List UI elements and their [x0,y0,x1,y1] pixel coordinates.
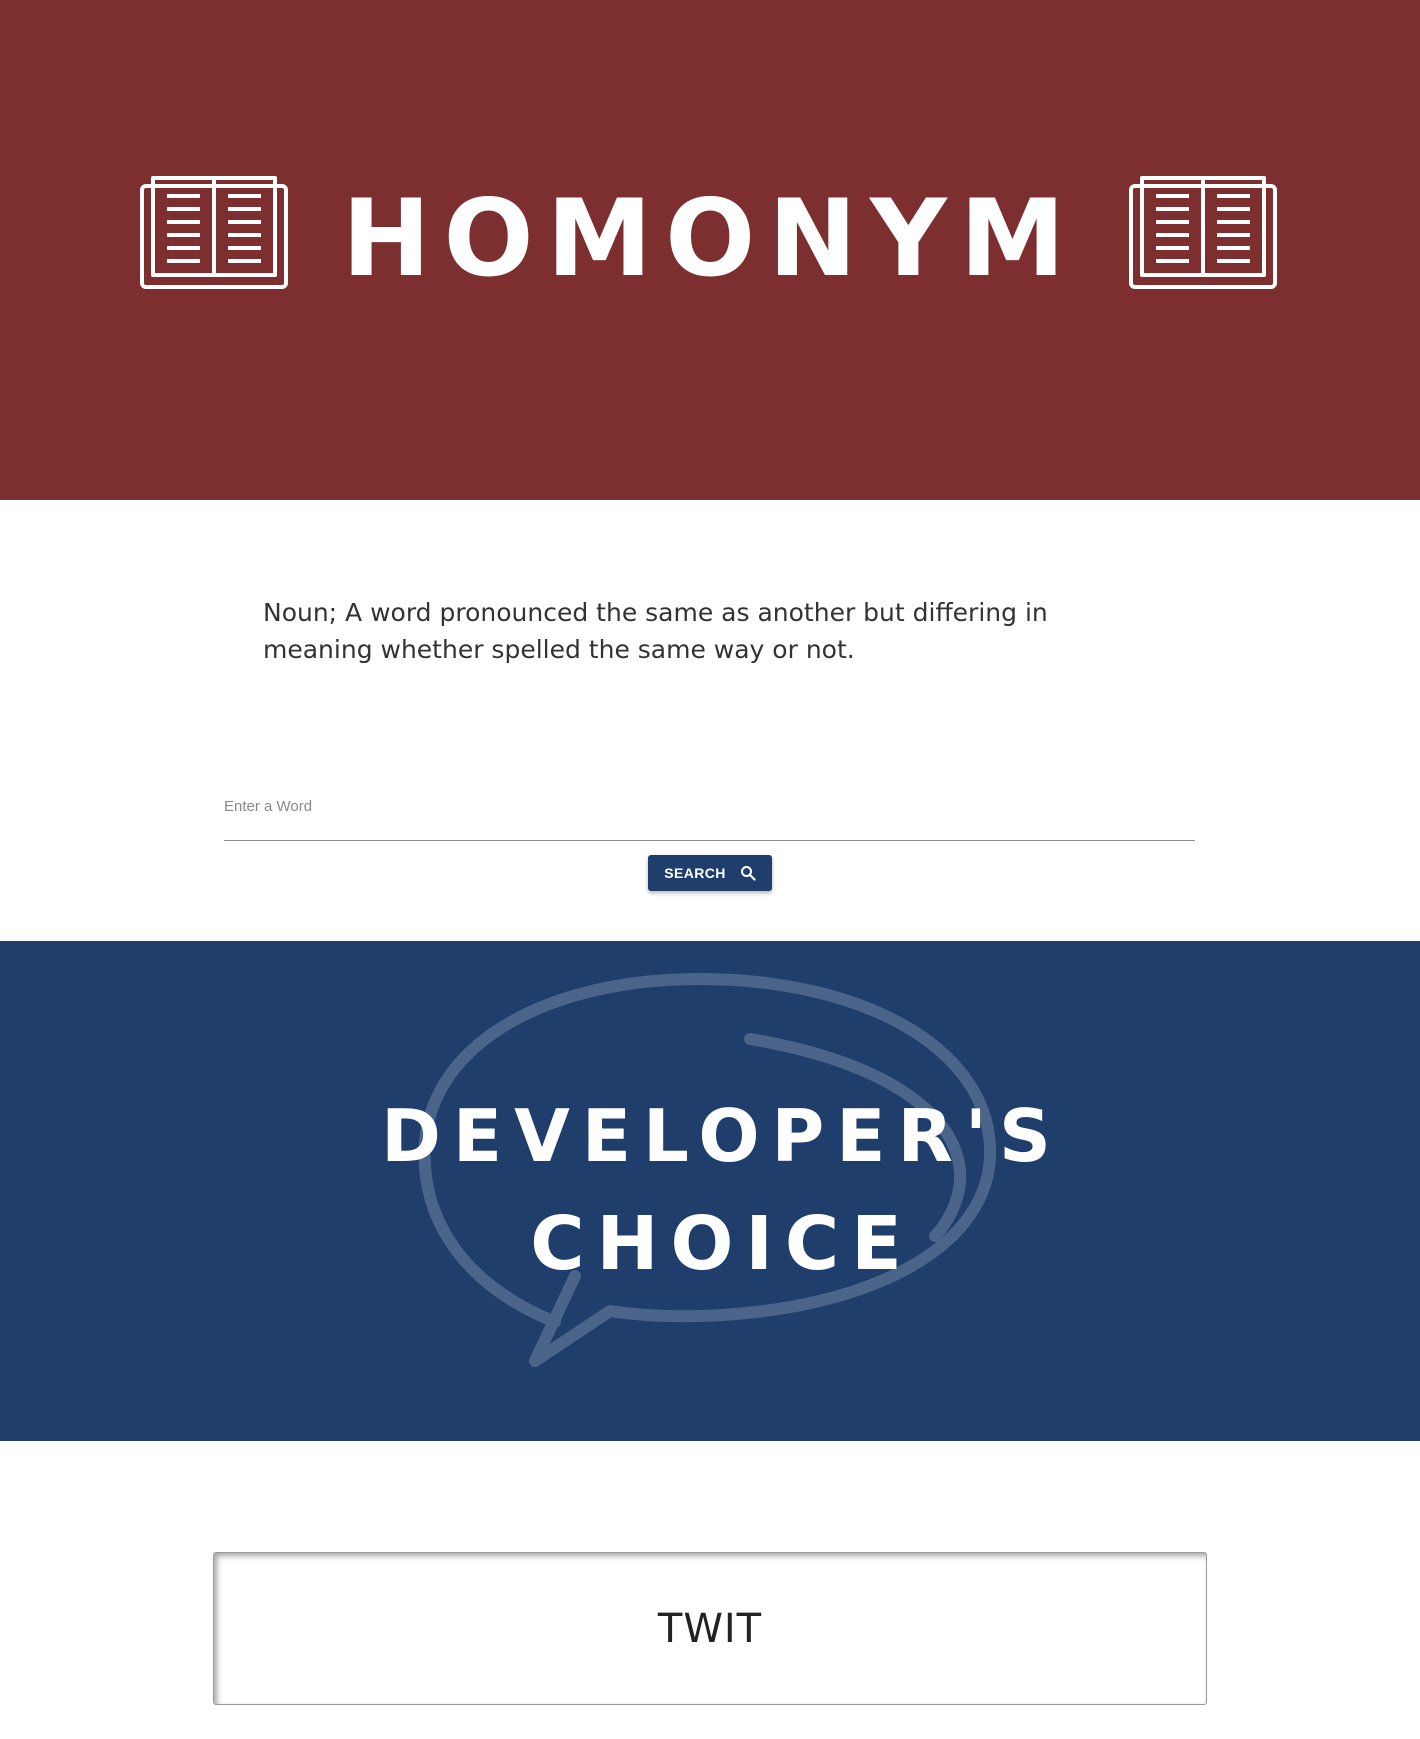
speech-bubble-icon [418,973,997,1367]
developers-choice-line-2: CHOICE [530,1201,914,1287]
search-input[interactable] [224,812,1195,841]
homonym-hero-banner: HOMONYM [0,0,1420,500]
search-button-label: SEARCH [664,865,726,881]
search-icon [740,866,756,881]
developers-choice-line-1: DEVELOPER'S [381,1094,1063,1178]
featured-word: TWIT [657,1605,763,1652]
open-book-icon [140,176,288,289]
homonym-definition: Noun; A word pronounced the same as anot… [263,598,1048,664]
open-book-icon [1129,176,1277,289]
search-button[interactable]: SEARCH [648,855,772,891]
featured-word-card[interactable]: TWIT [213,1552,1207,1705]
brand-title: HOMONYM [341,177,1079,300]
developers-choice-banner: DEVELOPER'S CHOICE [0,941,1420,1441]
